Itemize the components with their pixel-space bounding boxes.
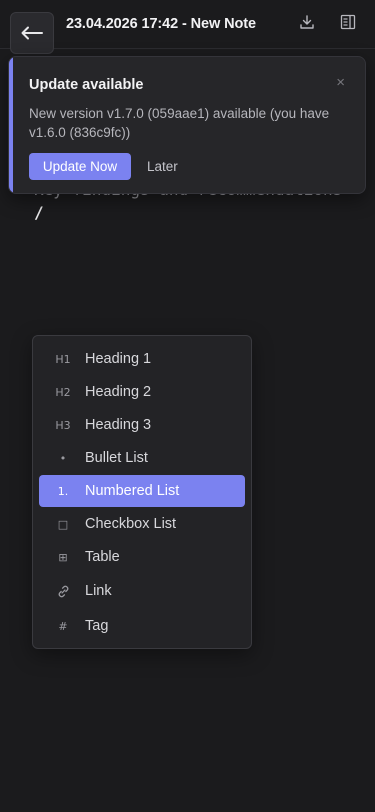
menu-item-numbered-list[interactable]: 1. Numbered List <box>39 475 245 507</box>
close-icon[interactable]: × <box>336 75 345 91</box>
download-icon <box>299 14 315 35</box>
menu-item-label: Heading 2 <box>85 384 152 400</box>
menu-item-heading-3[interactable]: H3 Heading 3 <box>39 409 245 441</box>
menu-item-label: Heading 1 <box>85 351 152 367</box>
toast-message: New version v1.7.0 (059aae1) available (… <box>29 106 330 140</box>
bullet-icon: • <box>59 451 67 465</box>
heading-3-icon: H3 <box>55 418 71 432</box>
toast-title: Update available <box>29 77 144 93</box>
update-now-button[interactable]: Update Now <box>29 153 131 180</box>
menu-item-checkbox-list[interactable]: □ Checkbox List <box>39 508 245 540</box>
arrow-left-icon <box>21 26 43 40</box>
menu-item-link[interactable]: Link <box>39 575 245 607</box>
menu-item-label: Bullet List <box>85 450 148 466</box>
link-icon <box>51 575 75 607</box>
menu-item-label: Numbered List <box>85 483 180 499</box>
menu-item-heading-2[interactable]: H2 Heading 2 <box>39 376 245 408</box>
menu-item-label: Table <box>85 549 120 565</box>
menu-item-heading-1[interactable]: H1 Heading 1 <box>39 343 245 375</box>
update-notification: Update available × New version v1.7.0 (0… <box>8 56 366 194</box>
back-button[interactable] <box>10 12 54 54</box>
later-button[interactable]: Later <box>147 153 178 180</box>
note-title[interactable]: 23.04.2026 17:42 - New Note <box>66 16 256 32</box>
editor-cursor-line[interactable]: / <box>34 203 44 222</box>
numbered-list-icon: 1. <box>57 484 69 498</box>
menu-item-label: Tag <box>85 618 109 634</box>
toast-accent-bar <box>9 57 13 193</box>
menu-item-bullet-list[interactable]: • Bullet List <box>39 442 245 474</box>
menu-item-label: Heading 3 <box>85 417 152 433</box>
menu-item-tag[interactable]: # Tag <box>39 610 245 642</box>
menu-item-label: Checkbox List <box>85 516 177 532</box>
menu-item-label: Link <box>85 583 112 599</box>
toggle-panel-button[interactable] <box>338 14 358 34</box>
hash-icon: # <box>58 619 68 633</box>
download-button[interactable] <box>297 14 317 34</box>
app-header: 23.04.2026 17:42 - New Note <box>0 0 375 54</box>
heading-2-icon: H2 <box>55 385 71 399</box>
heading-1-icon: H1 <box>55 352 71 366</box>
checkbox-icon: □ <box>57 517 69 531</box>
slash-command-menu: H1 Heading 1 H2 Heading 2 H3 Heading 3 •… <box>32 335 252 649</box>
sidebar-panel-icon <box>340 14 356 35</box>
menu-item-table[interactable]: ⊞ Table <box>39 541 245 573</box>
table-icon: ⊞ <box>58 550 68 564</box>
